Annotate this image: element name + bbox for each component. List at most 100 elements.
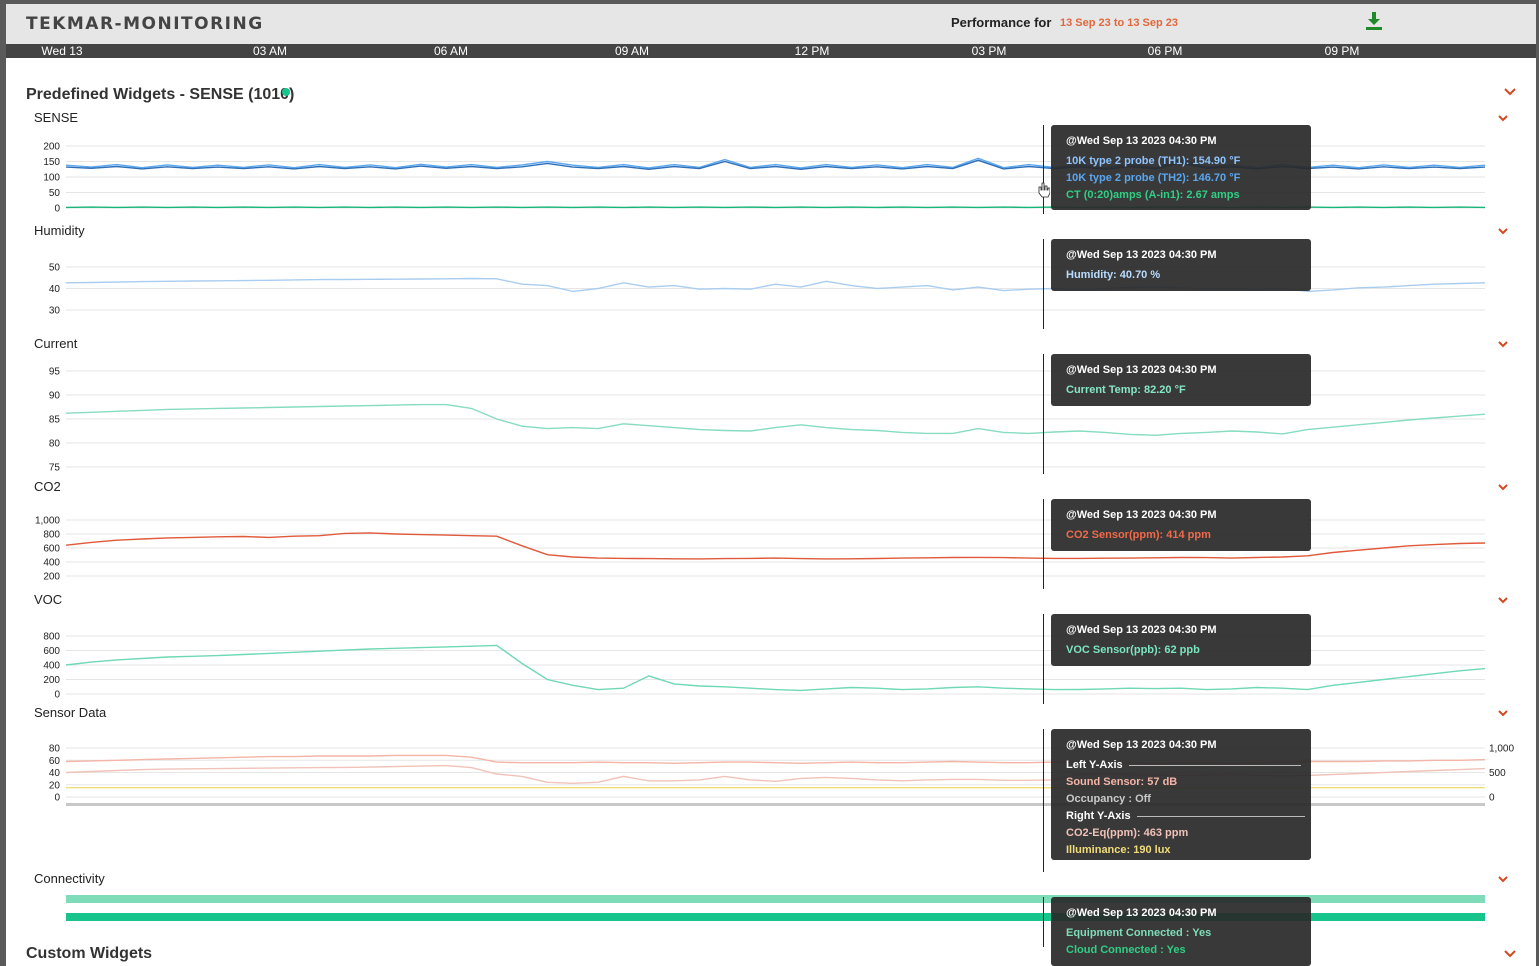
connectivity-tooltip: @Wed Sep 13 2023 04:30 PM Equipment Conn… (1051, 897, 1311, 966)
voc-tooltip: @Wed Sep 13 2023 04:30 PM VOC Sensor(ppb… (1051, 614, 1311, 666)
left-axis-label: Left Y-Axis (1066, 759, 1123, 771)
y-tick-label: 75 (49, 463, 61, 474)
y-tick-label: 40 (49, 768, 61, 779)
chevron-down-icon[interactable] (1497, 482, 1509, 492)
widget-label-humidity: Humidity (34, 223, 85, 238)
y-tick-label: 30 (49, 306, 61, 317)
widget-label-voc: VOC (34, 592, 63, 607)
y-tick-label: 400 (43, 661, 60, 672)
y-tick-label: 50 (49, 263, 61, 274)
humidity-tooltip: @Wed Sep 13 2023 04:30 PM Humidity: 40.7… (1051, 239, 1311, 291)
current-tooltip: @Wed Sep 13 2023 04:30 PM Current Temp: … (1051, 354, 1311, 406)
y-tick-label: 85 (49, 415, 61, 426)
y-tick-label: 400 (43, 558, 60, 569)
hover-cursor-line (1043, 239, 1044, 329)
y-tick-label: 800 (43, 530, 60, 541)
tooltip-timestamp: @Wed Sep 13 2023 04:30 PM (1066, 135, 1217, 147)
y-tick-label: 90 (49, 391, 61, 402)
predefined-widgets-title: Predefined Widgets - SENSE (1010) (26, 86, 295, 103)
time-tick: 06 PM (1147, 44, 1183, 58)
y-tick-label: 100 (43, 173, 60, 184)
co2-tooltip: @Wed Sep 13 2023 04:30 PM CO2 Sensor(ppm… (1051, 499, 1311, 551)
hover-cursor-line (1043, 897, 1044, 947)
tooltip-value: Illuminance: 190 lux (1066, 844, 1171, 856)
y-tick-label: 95 (49, 367, 61, 378)
sense-tooltip: @Wed Sep 13 2023 04:30 PM 10K type 2 pro… (1051, 125, 1311, 210)
right-axis-label: Right Y-Axis (1066, 810, 1131, 822)
tooltip-timestamp: @Wed Sep 13 2023 04:30 PM (1066, 624, 1217, 636)
tooltip-value: 10K type 2 probe (TH2): 146.70 °F (1066, 172, 1241, 184)
chevron-down-icon[interactable] (1497, 874, 1509, 884)
tooltip-value: CT (0:20)amps (A-in1): 2.67 amps (1066, 189, 1240, 201)
tooltip-axis-header: Left Y-Axis (1066, 757, 1311, 774)
tooltip-value: 10K type 2 probe (TH1): 154.90 °F (1066, 155, 1241, 167)
y-tick-label: 50 (49, 188, 61, 199)
time-tick: 03 PM (971, 44, 1007, 58)
tooltip-value: CO2 Sensor(ppm): 414 ppm (1066, 529, 1211, 541)
tooltip-value: Equipment Connected : Yes (1066, 927, 1212, 939)
time-tick: Wed 13 (41, 44, 83, 58)
sensor-data-tooltip: @Wed Sep 13 2023 04:30 PM Left Y-Axis So… (1051, 729, 1311, 860)
time-axis[interactable]: Wed 13 03 AM 06 AM 09 AM 12 PM 03 PM 06 … (6, 44, 1536, 58)
y-tick-label: 200 (43, 142, 60, 153)
section-chevron-down-icon[interactable] (1504, 87, 1516, 97)
y-tick-label: 800 (43, 632, 60, 643)
y-tick-label: 150 (43, 157, 60, 168)
tooltip-value: Humidity: 40.70 % (1066, 269, 1161, 281)
time-tick: 03 AM (252, 44, 288, 58)
series-line (65, 403, 1486, 437)
tooltip-axis-header: Right Y-Axis (1066, 808, 1311, 825)
y-tick-label: 0 (54, 204, 60, 215)
widget-label-co2: CO2 (34, 479, 61, 494)
header-bar: TEKMAR-MONITORING Performance for 13 Sep… (6, 4, 1536, 45)
tooltip-timestamp: @Wed Sep 13 2023 04:30 PM (1066, 907, 1217, 919)
hover-cursor-line (1043, 354, 1044, 474)
hand-cursor-icon (1038, 182, 1050, 198)
chevron-down-icon[interactable] (1497, 339, 1509, 349)
hover-cursor-line (1043, 614, 1044, 704)
hover-cursor-line (1043, 499, 1044, 589)
time-tick: 06 AM (433, 44, 469, 58)
y-tick-label: 200 (43, 675, 60, 686)
tooltip-timestamp: @Wed Sep 13 2023 04:30 PM (1066, 364, 1217, 376)
widget-label-sensor-data: Sensor Data (34, 705, 107, 720)
tooltip-value: VOC Sensor(ppb): 62 ppb (1066, 644, 1200, 656)
tooltip-timestamp: @Wed Sep 13 2023 04:30 PM (1066, 249, 1217, 261)
y-tick-label: 600 (43, 646, 60, 657)
y-tick-label: 60 (49, 756, 61, 767)
tooltip-timestamp: @Wed Sep 13 2023 04:30 PM (1066, 509, 1217, 521)
y-tick-label-right: 0 (1489, 793, 1495, 804)
chevron-down-icon[interactable] (1497, 113, 1509, 123)
y-tick-label: 40 (49, 284, 61, 295)
section-chevron-down-icon[interactable] (1504, 949, 1516, 959)
tooltip-value: Cloud Connected : Yes (1066, 944, 1186, 956)
custom-widgets-title: Custom Widgets (26, 945, 153, 962)
hover-cursor-line (1043, 729, 1044, 872)
chevron-down-icon[interactable] (1497, 595, 1509, 605)
chevron-down-icon[interactable] (1497, 226, 1509, 236)
widget-label-connectivity: Connectivity (34, 871, 105, 886)
y-tick-label: 80 (49, 439, 61, 450)
tooltip-value: Current Temp: 82.20 °F (1066, 384, 1186, 396)
y-tick-label: 200 (43, 572, 60, 583)
performance-label: Performance for (951, 15, 1052, 30)
hover-cursor-line (1043, 125, 1044, 214)
y-tick-label: 80 (49, 744, 61, 755)
download-icon[interactable] (1366, 12, 1382, 30)
widget-label-sense: SENSE (34, 110, 79, 125)
y-tick-label: 0 (54, 690, 60, 701)
time-tick: 09 PM (1324, 44, 1360, 58)
y-tick-label: 20 (49, 780, 61, 791)
chevron-down-icon[interactable] (1497, 708, 1509, 718)
y-tick-label-right: 500 (1489, 768, 1506, 779)
y-tick-label: 1,000 (35, 516, 60, 527)
time-tick: 09 AM (614, 44, 650, 58)
tooltip-timestamp: @Wed Sep 13 2023 04:30 PM (1066, 739, 1217, 751)
app-brand: TEKMAR-MONITORING (26, 14, 264, 34)
tooltip-value: Sound Sensor: 57 dB (1066, 776, 1178, 788)
tooltip-value: Occupancy : Off (1066, 793, 1151, 805)
date-range-picker[interactable]: 13 Sep 23 to 13 Sep 23 (1060, 17, 1178, 29)
y-tick-label: 0 (54, 793, 60, 804)
y-tick-label: 600 (43, 544, 60, 555)
widget-label-current: Current (34, 336, 78, 351)
